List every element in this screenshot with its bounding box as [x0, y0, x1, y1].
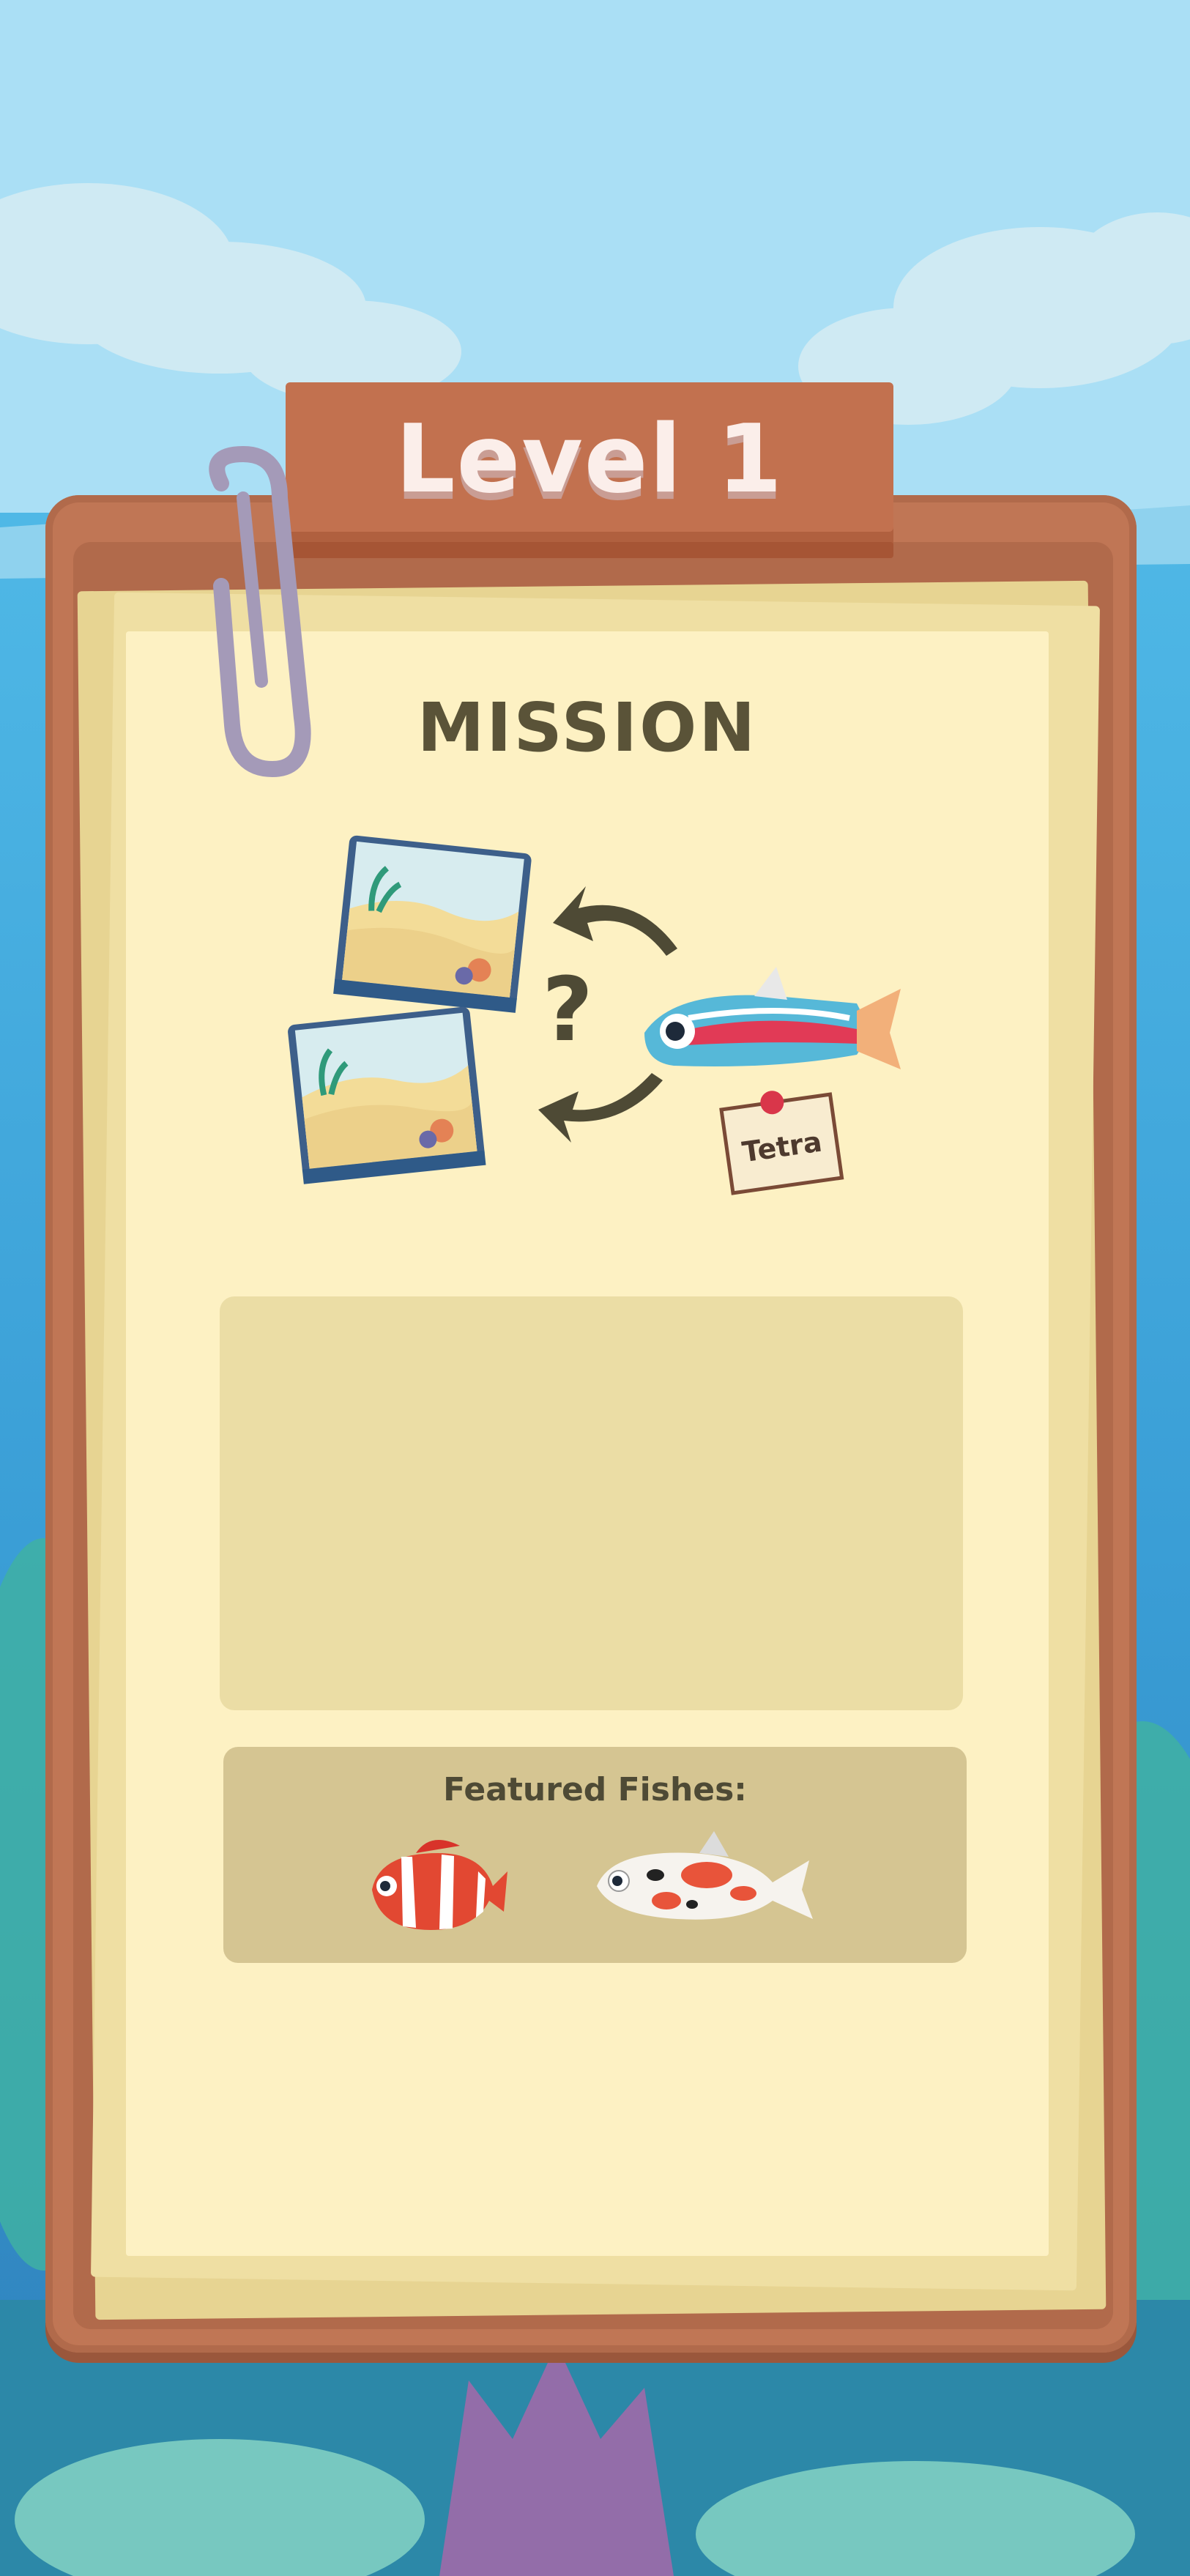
koi-fish-icon: [597, 1831, 813, 1920]
clownfish-icon: [372, 1840, 507, 1930]
mission-illustration: ? Tetra: [288, 835, 901, 1195]
arrow-down-left-icon: [538, 1073, 663, 1143]
mission-description-panel: [220, 1296, 963, 1710]
tetra-fish-icon: [644, 967, 901, 1069]
fish-name-tag: Tetra: [719, 1091, 844, 1195]
title-plank-edge: [286, 542, 893, 558]
featured-fishes-label: Featured Fishes:: [443, 1771, 747, 1808]
aquarium-tank-icon: [333, 835, 532, 1013]
mission-heading: MISSION: [417, 688, 758, 767]
aquarium-tank-icon: [288, 1006, 486, 1184]
question-mark: ?: [542, 959, 593, 1061]
arrow-up-left-icon: [553, 886, 677, 956]
level-title: Level 1: [395, 405, 784, 514]
